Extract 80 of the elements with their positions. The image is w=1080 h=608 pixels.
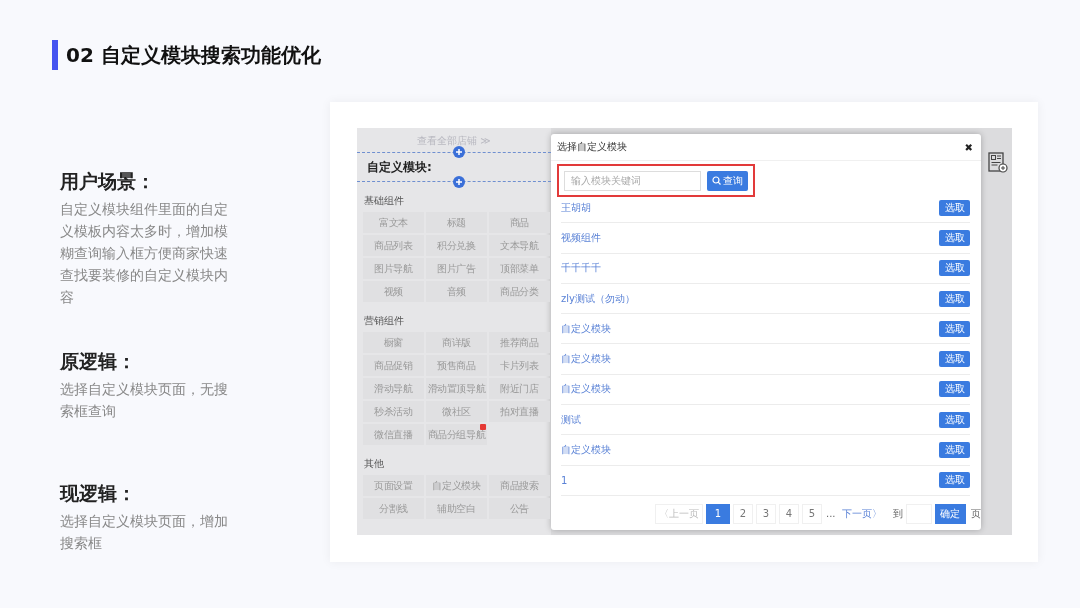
slide-title: 02 自定义模块搜索功能优化: [66, 41, 321, 69]
component-item[interactable]: 商品分类: [489, 281, 550, 302]
select-button[interactable]: 选取: [939, 199, 970, 216]
module-name-link[interactable]: 自定义模块: [561, 352, 611, 367]
component-item[interactable]: 商品: [489, 212, 550, 233]
section-text: 选择自定义模块页面，增加搜索框: [60, 512, 229, 553]
component-item[interactable]: 辅助空白: [426, 498, 487, 519]
component-item[interactable]: 图片导航: [363, 258, 424, 279]
component-item[interactable]: 商详版: [426, 332, 487, 353]
page-button[interactable]: 4: [779, 503, 799, 524]
select-button[interactable]: 选取: [939, 381, 970, 398]
group-heading: 营销组件: [364, 314, 405, 327]
component-item[interactable]: 推荐商品: [489, 332, 550, 353]
component-item[interactable]: 橱窗: [363, 332, 424, 353]
component-item[interactable]: 秒杀活动: [363, 401, 424, 422]
add-document-icon[interactable]: [988, 152, 1008, 174]
pagination-ellipsis: ...: [825, 508, 837, 520]
section-heading: 原逻辑：: [60, 349, 137, 374]
module-name-link[interactable]: 视频组件: [561, 230, 601, 245]
module-name-link[interactable]: zly测试（勿动）: [561, 291, 635, 306]
goto-label: 到: [892, 506, 903, 521]
component-item[interactable]: 商品搜索: [489, 475, 550, 496]
component-item[interactable]: 标题: [426, 212, 487, 233]
group-heading: 基础组件: [364, 194, 405, 207]
component-item[interactable]: 分割线: [363, 498, 424, 519]
section-heading: 用户场景：: [60, 169, 156, 194]
page-button[interactable]: 2: [733, 503, 753, 524]
page-suffix-label: 页: [971, 506, 981, 521]
search-field[interactable]: 输入模块关键词: [564, 170, 701, 191]
component-item[interactable]: 预售商品: [426, 355, 487, 376]
select-button[interactable]: 选取: [939, 260, 970, 277]
component-item[interactable]: 滑动导航: [363, 378, 424, 399]
module-name-link[interactable]: 千千千千: [561, 261, 601, 276]
confirm-button[interactable]: 确定: [934, 503, 966, 524]
module-name-link[interactable]: 自定义模块: [561, 382, 611, 397]
component-item[interactable]: 商品列表: [363, 235, 424, 256]
component-item[interactable]: 商品促销: [363, 355, 424, 376]
component-item[interactable]: 滑动置顶导航: [426, 378, 487, 399]
page-button[interactable]: 5: [802, 503, 822, 524]
section-text: 自定义模块组件里面的自定义模板内容太多时，增加模糊查询输入框方便商家快速查找要装修的自定义模块内容: [60, 200, 229, 307]
component-item[interactable]: 商品分组导航: [426, 424, 487, 445]
page-button[interactable]: 3: [756, 503, 776, 524]
component-item[interactable]: 文本导航: [489, 235, 550, 256]
search-icon: [712, 176, 721, 185]
section-heading: 现逻辑：: [60, 481, 137, 506]
component-item[interactable]: 页面设置: [363, 475, 424, 496]
module-name-link[interactable]: 自定义模块: [561, 443, 611, 457]
select-button[interactable]: 选取: [939, 320, 970, 337]
module-name-link[interactable]: 测试: [561, 412, 581, 427]
component-item[interactable]: 微社区: [426, 401, 487, 422]
section-text: 选择自定义模块页面，无搜索框查询: [60, 380, 229, 421]
component-item[interactable]: 视频: [363, 281, 424, 302]
select-button[interactable]: 选取: [939, 442, 970, 458]
select-button[interactable]: 选取: [939, 472, 970, 489]
component-item[interactable]: 卡片列表: [489, 355, 550, 376]
module-name-link[interactable]: 自定义模块: [561, 321, 611, 336]
module-title: 自定义模块:: [367, 158, 432, 176]
add-icon[interactable]: [453, 176, 465, 188]
select-button[interactable]: 选取: [939, 290, 970, 307]
select-button[interactable]: 选取: [939, 411, 970, 428]
close-button[interactable]: ✖: [964, 141, 973, 153]
component-item[interactable]: 富文本: [363, 212, 424, 233]
add-icon[interactable]: [453, 146, 465, 158]
select-button[interactable]: 选取: [939, 229, 970, 246]
page-button[interactable]: 1: [706, 503, 730, 524]
title-accent-bar: [52, 40, 58, 70]
search-button[interactable]: 查询: [707, 170, 748, 191]
group-heading: 其他: [364, 457, 385, 470]
component-item[interactable]: 图片广告: [426, 258, 487, 279]
dialog-title: 选择自定义模块: [557, 140, 627, 154]
component-item[interactable]: 顶部菜单: [489, 258, 550, 279]
module-name-link[interactable]: 1: [561, 474, 568, 486]
component-item[interactable]: 微信直播: [363, 424, 424, 445]
module-name-link[interactable]: 王胡胡: [561, 200, 591, 215]
component-item[interactable]: 公告: [489, 498, 550, 519]
component-item[interactable]: 附近门店: [489, 378, 550, 399]
component-item[interactable]: 音频: [426, 281, 487, 302]
component-item[interactable]: 自定义模块: [426, 475, 487, 496]
select-button[interactable]: 选取: [939, 351, 970, 368]
component-item[interactable]: 积分兑换: [426, 235, 487, 256]
